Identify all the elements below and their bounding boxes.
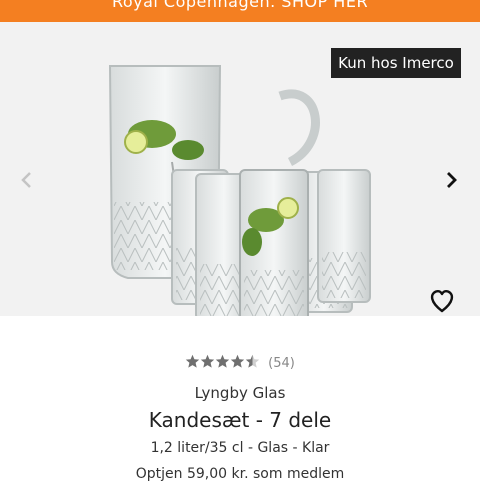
product-photo (108, 65, 371, 328)
star-icon (215, 354, 230, 368)
product-rating[interactable]: (54) (0, 354, 480, 373)
rating-stars (185, 354, 260, 373)
star-icon (185, 354, 200, 368)
star-icon (245, 354, 260, 368)
heart-outline-icon (430, 289, 454, 313)
promo-banner-text[interactable]: Royal Copenhagen. SHOP HER (0, 0, 480, 11)
star-icon (200, 354, 215, 368)
review-count[interactable]: (54) (268, 356, 295, 371)
promo-banner[interactable]: Royal Copenhagen. SHOP HER (0, 0, 480, 22)
product-image-gallery[interactable]: Kun hos Imerco (0, 22, 480, 328)
product-info: (54) Lyngby Glas Kandesæt - 7 dele 1,2 l… (0, 316, 480, 482)
exclusive-badge: Kun hos Imerco (331, 48, 461, 78)
wishlist-button[interactable] (428, 288, 456, 314)
product-specs: 1,2 liter/35 cl - Glas - Klar (150, 440, 330, 456)
product-brand[interactable]: Lyngby Glas (0, 384, 480, 402)
product-title: Kandesæt - 7 dele (148, 408, 332, 432)
chevron-left-icon (21, 172, 31, 188)
chevron-right-icon (447, 172, 457, 188)
gallery-prev-button[interactable] (14, 168, 38, 192)
star-icon (230, 354, 245, 368)
gallery-next-button[interactable] (440, 168, 464, 192)
